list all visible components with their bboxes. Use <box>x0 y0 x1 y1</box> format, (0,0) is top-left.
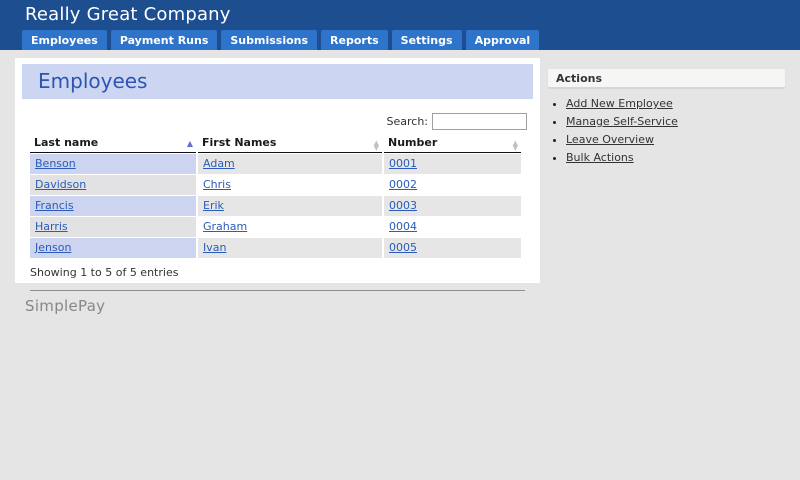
page-title: Employees <box>22 64 533 99</box>
list-item: Leave Overview <box>566 133 785 146</box>
employee-last-name-link[interactable]: Davidson <box>35 178 86 191</box>
employee-first-name-link[interactable]: Erik <box>203 199 224 212</box>
actions-panel: Actions Add New Employee Manage Self-Ser… <box>548 69 785 169</box>
column-header-last-name[interactable]: Last name ▲ <box>30 134 196 153</box>
column-header-number[interactable]: Number ▲▼ <box>384 134 521 153</box>
action-add-new-employee[interactable]: Add New Employee <box>566 97 673 110</box>
table-row: Francis Erik 0003 <box>30 196 521 216</box>
app-header: Really Great Company Employees Payment R… <box>0 0 800 50</box>
employee-first-name-link[interactable]: Adam <box>203 157 235 170</box>
list-item: Manage Self-Service <box>566 115 785 128</box>
action-manage-self-service[interactable]: Manage Self-Service <box>566 115 678 128</box>
employees-table: Last name ▲ First Names ▲▼ Number ▲▼ Ben… <box>28 133 523 259</box>
card-divider <box>30 290 525 291</box>
employee-first-name-link[interactable]: Ivan <box>203 241 226 254</box>
table-search: Search: <box>15 113 527 131</box>
list-item: Bulk Actions <box>566 151 785 164</box>
search-label: Search: <box>387 115 429 128</box>
tab-approval[interactable]: Approval <box>466 30 540 50</box>
page-title-band: Employees <box>22 64 533 99</box>
simplepay-logo: SimplePay <box>25 297 105 315</box>
tab-employees[interactable]: Employees <box>22 30 107 50</box>
action-leave-overview[interactable]: Leave Overview <box>566 133 654 146</box>
main-nav: Employees Payment Runs Submissions Repor… <box>22 30 543 50</box>
employee-last-name-link[interactable]: Benson <box>35 157 76 170</box>
table-row: Davidson Chris 0002 <box>30 175 521 195</box>
action-bulk-actions[interactable]: Bulk Actions <box>566 151 634 164</box>
column-header-first-names[interactable]: First Names ▲▼ <box>198 134 382 153</box>
table-row: Jenson Ivan 0005 <box>30 238 521 258</box>
employee-first-name-link[interactable]: Chris <box>203 178 231 191</box>
employee-first-name-link[interactable]: Graham <box>203 220 247 233</box>
tab-payment-runs[interactable]: Payment Runs <box>111 30 218 50</box>
company-title: Really Great Company <box>25 4 231 25</box>
employee-number-link[interactable]: 0001 <box>389 157 417 170</box>
employee-number-link[interactable]: 0004 <box>389 220 417 233</box>
actions-panel-title: Actions <box>548 69 785 88</box>
employee-number-link[interactable]: 0003 <box>389 199 417 212</box>
tab-settings[interactable]: Settings <box>392 30 462 50</box>
sort-both-icon: ▲▼ <box>513 135 518 150</box>
table-header-row: Last name ▲ First Names ▲▼ Number ▲▼ <box>30 134 521 153</box>
employee-last-name-link[interactable]: Francis <box>35 199 74 212</box>
employees-panel: Employees Search: Last name ▲ First Name… <box>15 58 540 283</box>
table-row: Benson Adam 0001 <box>30 154 521 174</box>
employee-number-link[interactable]: 0005 <box>389 241 417 254</box>
sort-both-icon: ▲▼ <box>374 135 379 150</box>
list-item: Add New Employee <box>566 97 785 110</box>
employee-last-name-link[interactable]: Jenson <box>35 241 71 254</box>
search-input[interactable] <box>432 113 527 130</box>
employee-number-link[interactable]: 0002 <box>389 178 417 191</box>
sort-asc-icon: ▲ <box>187 136 193 149</box>
actions-list: Add New Employee Manage Self-Service Lea… <box>548 97 785 164</box>
table-row: Harris Graham 0004 <box>30 217 521 237</box>
employee-last-name-link[interactable]: Harris <box>35 220 68 233</box>
tab-reports[interactable]: Reports <box>321 30 388 50</box>
tab-submissions[interactable]: Submissions <box>221 30 317 50</box>
table-entries-summary: Showing 1 to 5 of 5 entries <box>30 266 540 279</box>
